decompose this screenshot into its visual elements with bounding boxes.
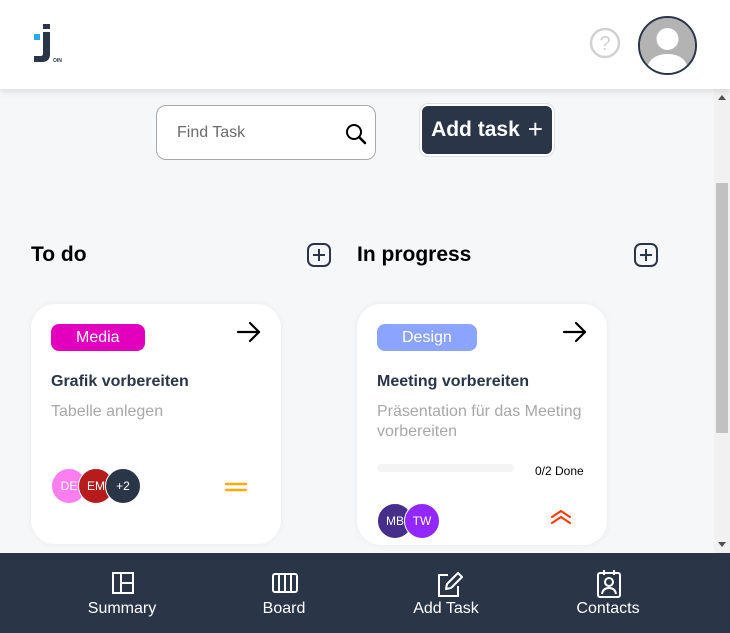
contacts-icon (596, 569, 622, 598)
board-icon (272, 569, 298, 597)
svg-text:?: ? (599, 33, 610, 55)
header: OIN ? (0, 0, 730, 89)
assignee-avatar: TW (404, 503, 440, 539)
arrow-right-icon[interactable] (236, 321, 262, 343)
scroll-thumb[interactable] (716, 183, 728, 433)
category-badge: Design (377, 324, 477, 351)
arrow-right-icon[interactable] (562, 321, 588, 343)
nav-label: Board (262, 600, 306, 617)
add-to-todo-icon[interactable] (307, 243, 331, 267)
subtask-progress-text: 0/2 Done (535, 464, 584, 478)
search-input[interactable] (177, 122, 337, 144)
edit-icon (434, 569, 463, 597)
scroll-up-arrow-icon[interactable] (718, 95, 726, 100)
nav-item-summary[interactable]: Summary (62, 553, 182, 633)
add-task-label: Add task (431, 118, 520, 141)
bottom-nav: Summary Board Add Task Contacts (0, 553, 730, 633)
nav-label: Contacts (576, 600, 640, 617)
subtask-progress-bar (377, 464, 514, 472)
question-circle-icon[interactable]: ? (589, 27, 621, 59)
scrollbar[interactable] (714, 89, 730, 553)
category-badge: Media (51, 324, 145, 351)
join-logo-icon[interactable]: OIN (30, 24, 66, 66)
add-to-in-progress-icon[interactable] (634, 243, 658, 267)
nav-item-board[interactable]: Board (224, 553, 344, 633)
logo-text: OIN (53, 58, 62, 64)
column-title-in-progress: In progress (357, 243, 472, 266)
task-card[interactable]: Media Grafik vorbereiten Tabelle anlegen… (31, 304, 281, 544)
search-box[interactable] (156, 105, 376, 160)
nav-label: Summary (87, 600, 157, 617)
column-title-todo: To do (31, 243, 87, 266)
summary-icon (110, 569, 136, 597)
nav-item-add-task[interactable]: Add Task (386, 553, 506, 633)
plus-icon: + (527, 114, 543, 144)
card-title: Meeting vorbereiten (377, 373, 530, 390)
priority-urgent-icon (550, 509, 572, 530)
priority-medium-icon (224, 480, 248, 498)
scroll-down-arrow-icon[interactable] (718, 542, 726, 547)
nav-item-contacts[interactable]: Contacts (548, 553, 668, 633)
task-card[interactable]: Design Meeting vorbereiten Präsentation … (357, 304, 607, 545)
assignee-more-badge: +2 (105, 468, 141, 504)
card-description: Tabelle anlegen (51, 403, 164, 420)
nav-label: Add Task (413, 600, 479, 617)
card-description: Präsentation für das Meeting vorbereiten (377, 403, 582, 440)
search-icon[interactable] (345, 123, 367, 145)
add-task-button[interactable]: Add task + (420, 104, 554, 156)
user-avatar-icon[interactable] (638, 16, 697, 75)
card-title: Grafik vorbereiten (51, 373, 189, 390)
